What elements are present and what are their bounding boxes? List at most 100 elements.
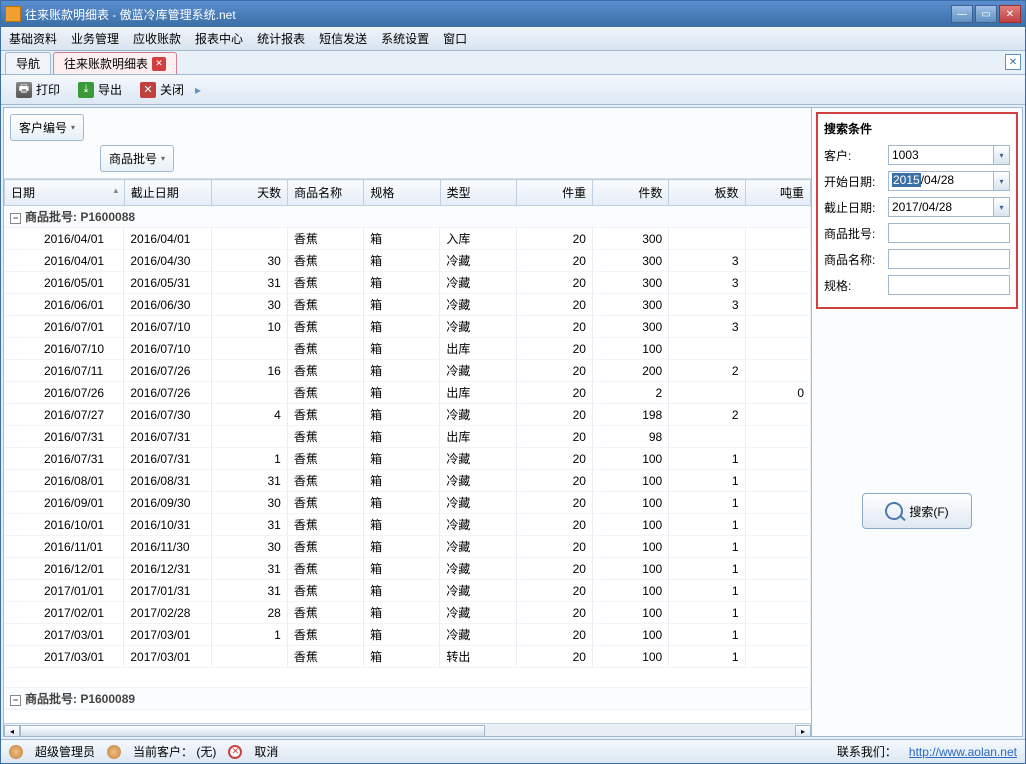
close-button[interactable]: ✕关闭 [133, 78, 191, 101]
table-row[interactable]: 2016/08/012016/08/3131香蕉箱冷藏201001 [4, 470, 811, 492]
contact-link[interactable]: http://www.aolan.net [909, 745, 1017, 759]
table-row[interactable]: 2016/04/012016/04/01香蕉箱入库20300 [4, 228, 811, 250]
col-ton[interactable]: 吨重 [745, 180, 810, 206]
table-row[interactable]: 2016/07/112016/07/2616香蕉箱冷藏202002 [4, 360, 811, 382]
product-name-input[interactable] [888, 249, 1010, 269]
table-row[interactable]: 2016/06/012016/06/3030香蕉箱冷藏203003 [4, 294, 811, 316]
titlebar: 往来账款明细表 - 傲蓝冷库管理系统.net — ▭ ✕ [1, 1, 1025, 27]
table-row[interactable]: 2016/04/012016/04/3030香蕉箱冷藏203003 [4, 250, 811, 272]
start-date-dropdown[interactable]: ▾ [994, 171, 1010, 191]
col-type[interactable]: 类型 [440, 180, 516, 206]
menu-reports[interactable]: 报表中心 [195, 30, 243, 47]
main-panel: 客户编号▾ 商品批号▾ 日期▲ 截止日期 天数 商品名称 规格 类型 件重 件数 [4, 108, 812, 736]
table-row[interactable]: 2016/07/312016/07/311香蕉箱冷藏201001 [4, 448, 811, 470]
col-pallet[interactable]: 板数 [669, 180, 745, 206]
table-row[interactable]: 2017/03/012017/03/011香蕉箱冷藏201001 [4, 624, 811, 646]
col-end[interactable]: 截止日期 [124, 180, 211, 206]
chevron-down-icon: ▾ [71, 123, 75, 132]
table-row[interactable]: 2016/12/012016/12/3131香蕉箱冷藏201001 [4, 558, 811, 580]
col-date[interactable]: 日期▲ [5, 180, 125, 206]
print-icon: 🖶 [16, 82, 32, 98]
batch-label: 商品批号: [824, 225, 882, 242]
current-customer-label: 当前客户： (无) [133, 743, 216, 760]
table-row[interactable]: 2016/07/262016/07/26香蕉箱出库2020 [4, 382, 811, 404]
table-row[interactable]: 2016/07/102016/07/10香蕉箱出库20100 [4, 338, 811, 360]
close-window-button[interactable]: ✕ [999, 5, 1021, 23]
minimize-button[interactable]: — [951, 5, 973, 23]
end-date-dropdown[interactable]: ▾ [994, 197, 1010, 217]
col-spec[interactable]: 规格 [364, 180, 440, 206]
batch-input[interactable] [888, 223, 1010, 243]
end-date-input[interactable] [888, 197, 994, 217]
scroll-right-button[interactable]: ▸ [795, 725, 811, 737]
expand-toggle[interactable]: − [10, 213, 21, 224]
table-row[interactable]: 2016/07/012016/07/1010香蕉箱冷藏203003 [4, 316, 811, 338]
table-row[interactable]: 2016/07/272016/07/304香蕉箱冷藏201982 [4, 404, 811, 426]
table-row[interactable]: 2017/01/012017/01/3131香蕉箱冷藏201001 [4, 580, 811, 602]
menu-stats[interactable]: 统计报表 [257, 30, 305, 47]
col-days[interactable]: 天数 [211, 180, 287, 206]
app-icon [5, 6, 21, 22]
menu-sms[interactable]: 短信发送 [319, 30, 367, 47]
user-icon [9, 745, 23, 759]
table-row[interactable]: 2017/02/012017/02/2828香蕉箱冷藏201001 [4, 602, 811, 624]
col-unitw[interactable]: 件重 [516, 180, 592, 206]
print-button[interactable]: 🖶打印 [9, 78, 67, 101]
group-row[interactable]: −商品批号: P1600088 [4, 206, 811, 228]
search-button[interactable]: 搜索(F) [862, 493, 972, 529]
grid-header: 日期▲ 截止日期 天数 商品名称 规格 类型 件重 件数 板数 吨重 [5, 180, 811, 206]
table-row[interactable]: 2016/11/012016/11/3030香蕉箱冷藏201001 [4, 536, 811, 558]
window-title: 往来账款明细表 - 傲蓝冷库管理系统.net [25, 6, 951, 23]
menu-business[interactable]: 业务管理 [71, 30, 119, 47]
menu-receivable[interactable]: 应收账款 [133, 30, 181, 47]
start-date-input[interactable]: 2015/04/28 [888, 171, 994, 191]
horizontal-scrollbar[interactable]: ◂ ▸ [4, 723, 811, 736]
customer-dropdown[interactable]: ▾ [994, 145, 1010, 165]
current-user: 超级管理员 [35, 743, 95, 760]
maximize-button[interactable]: ▭ [975, 5, 997, 23]
toolbar: 🖶打印 ⤓导出 ✕关闭 ▸ [1, 75, 1025, 105]
export-icon: ⤓ [78, 82, 94, 98]
group-chip-customer[interactable]: 客户编号▾ [10, 114, 84, 141]
app-window: 往来账款明细表 - 傲蓝冷库管理系统.net — ▭ ✕ 基础资料 业务管理 应… [0, 0, 1026, 764]
col-qty[interactable]: 件数 [593, 180, 669, 206]
table-row[interactable]: 2016/10/012016/10/3131香蕉箱冷藏201001 [4, 514, 811, 536]
contact-label: 联系我们： [837, 743, 897, 760]
scroll-left-button[interactable]: ◂ [4, 725, 20, 737]
search-icon [885, 502, 903, 520]
group-row[interactable]: −商品批号: P1600089 [4, 688, 811, 710]
tab-detail[interactable]: 往来账款明细表 ✕ [53, 52, 177, 74]
spec-label: 规格: [824, 277, 882, 294]
customer-icon [107, 745, 121, 759]
group-chip-batch[interactable]: 商品批号▾ [100, 145, 174, 172]
side-panel: 搜索条件 客户: ▾ 开始日期: 2015/04/28▾ 截止日期: ▾ 商品批… [812, 108, 1022, 736]
chevron-down-icon: ▾ [161, 154, 165, 163]
customer-input[interactable] [888, 145, 994, 165]
table-row[interactable]: 2016/09/012016/09/3030香蕉箱冷藏201001 [4, 492, 811, 514]
sort-asc-icon: ▲ [112, 186, 120, 195]
menu-window[interactable]: 窗口 [443, 30, 467, 47]
end-date-label: 截止日期: [824, 199, 882, 216]
search-panel: 搜索条件 客户: ▾ 开始日期: 2015/04/28▾ 截止日期: ▾ 商品批… [816, 112, 1018, 309]
col-name[interactable]: 商品名称 [288, 180, 364, 206]
tabstrip-close-button[interactable]: ✕ [1005, 54, 1021, 70]
toolbar-overflow-chevron[interactable]: ▸ [195, 83, 205, 97]
cancel-icon[interactable]: ✕ [228, 745, 242, 759]
spec-input[interactable] [888, 275, 1010, 295]
scroll-thumb[interactable] [20, 725, 485, 737]
statusbar: 超级管理员 当前客户： (无) ✕ 取消 联系我们： http://www.ao… [1, 739, 1025, 763]
grid-body[interactable]: −商品批号: P16000882016/04/012016/04/01香蕉箱入库… [4, 206, 811, 723]
scroll-track[interactable] [20, 725, 795, 737]
expand-toggle[interactable]: − [10, 695, 21, 706]
tab-close-icon[interactable]: ✕ [152, 57, 166, 71]
export-button[interactable]: ⤓导出 [71, 78, 129, 101]
table-row[interactable]: 2016/05/012016/05/3131香蕉箱冷藏203003 [4, 272, 811, 294]
menu-basic[interactable]: 基础资料 [9, 30, 57, 47]
tab-nav[interactable]: 导航 [5, 52, 51, 74]
table-row[interactable]: 2017/03/012017/03/01香蕉箱转出201001 [4, 646, 811, 668]
table-row[interactable]: 2016/07/312016/07/31香蕉箱出库2098 [4, 426, 811, 448]
search-header: 搜索条件 [824, 120, 1010, 137]
cancel-label[interactable]: 取消 [254, 743, 278, 760]
menu-settings[interactable]: 系统设置 [381, 30, 429, 47]
product-name-label: 商品名称: [824, 251, 882, 268]
